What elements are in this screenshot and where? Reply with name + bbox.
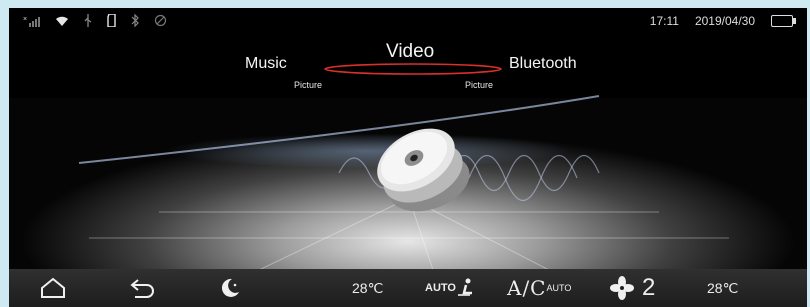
ac-button[interactable]: A/C AUTO xyxy=(507,269,571,307)
home-icon xyxy=(41,277,65,298)
fan-icon xyxy=(610,276,634,300)
bottom-dock: 28℃ AUTO A/C AUTO 2 28℃ xyxy=(9,269,807,307)
ac-label: A/C xyxy=(507,276,547,300)
back-icon xyxy=(130,279,154,298)
home-button[interactable] xyxy=(39,269,67,307)
light-streak xyxy=(78,95,600,164)
night-mode-button[interactable] xyxy=(219,269,241,307)
temp-left[interactable]: 28℃ xyxy=(352,269,383,307)
fan-speed-button[interactable]: 2 xyxy=(610,269,655,307)
auto-label: AUTO xyxy=(425,282,456,294)
auto-airflow-button[interactable]: AUTO xyxy=(425,269,476,307)
back-button[interactable] xyxy=(127,269,157,307)
screen: × 17:11 2019/04/30 Music Video Bluetooth… xyxy=(9,8,807,307)
airflow-seat-icon xyxy=(457,278,472,296)
disc-stack-icon xyxy=(377,128,470,212)
night-mode-icon xyxy=(221,278,239,297)
fan-level: 2 xyxy=(642,274,656,301)
ac-sub-label: AUTO xyxy=(546,283,572,293)
stage-art xyxy=(78,95,729,271)
temp-right[interactable]: 28℃ xyxy=(707,269,738,307)
